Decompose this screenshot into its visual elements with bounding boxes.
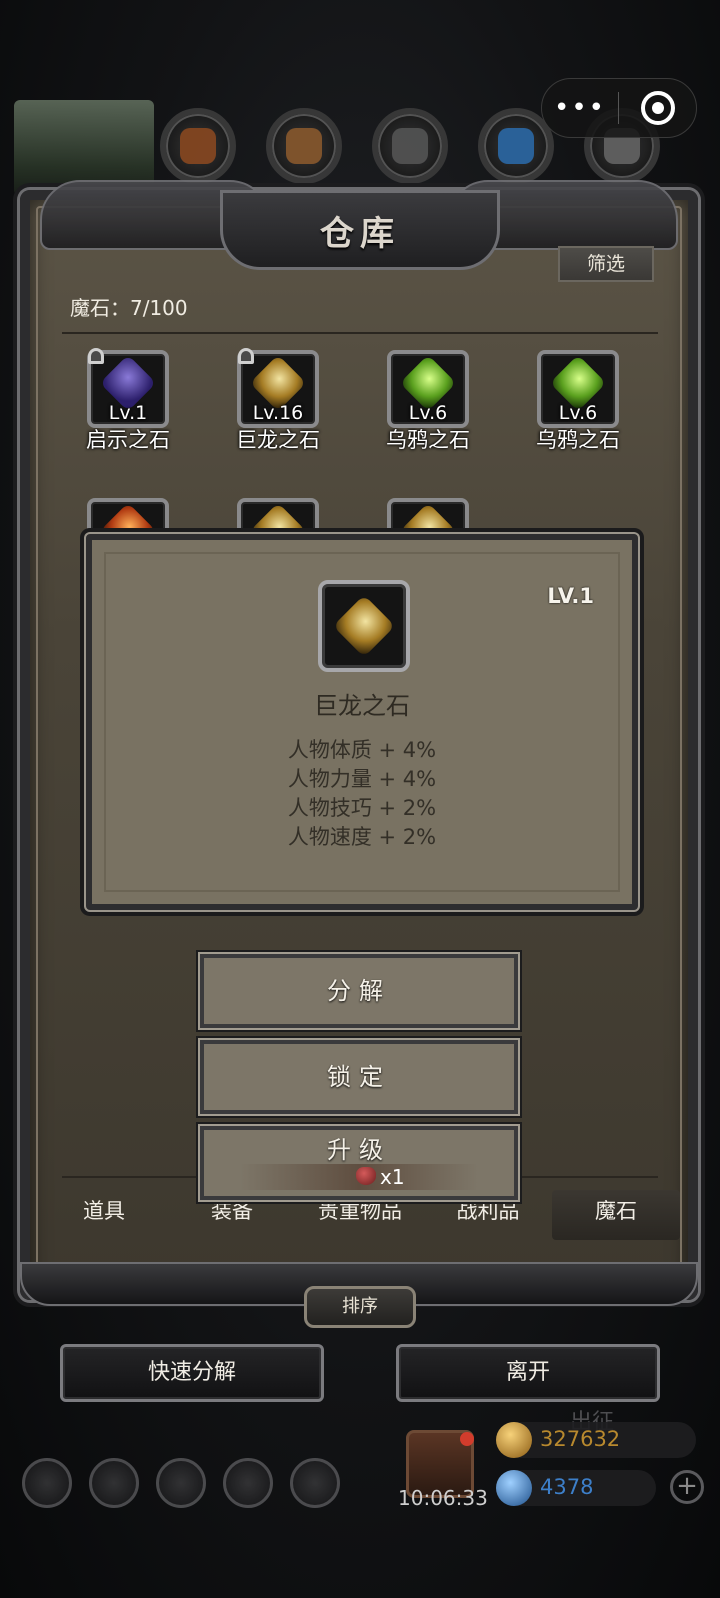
- hero-icon[interactable]: [156, 1458, 206, 1508]
- item-detail-stats: 人物体质 + 4% 人物力量 + 4% 人物技巧 + 2% 人物速度 + 2%: [92, 736, 632, 852]
- lock-icon: [88, 348, 104, 364]
- gold-coin-icon: [496, 1422, 532, 1458]
- title-plate: 仓库: [220, 190, 500, 270]
- item-frame: Lv.6: [537, 350, 619, 428]
- item-level: Lv.6: [558, 402, 598, 424]
- iron-icon: [372, 108, 448, 184]
- magic-stone-count: 魔石：7/100: [70, 296, 188, 320]
- stat-line: 人物速度 + 2%: [287, 825, 437, 849]
- inventory-slot[interactable]: Lv.6 乌鸦之石: [508, 350, 648, 454]
- stat-line: 人物技巧 + 2%: [287, 796, 437, 820]
- tab-magic-stones[interactable]: 魔石: [552, 1190, 680, 1240]
- gem-balance: 4378: [496, 1470, 656, 1506]
- wood-icon: [266, 108, 342, 184]
- tab-items[interactable]: 道具: [40, 1190, 168, 1240]
- item-detail-frame: [318, 580, 410, 672]
- inventory-slot[interactable]: Lv.6 乌鸦之石: [358, 350, 498, 454]
- decompose-button[interactable]: 分解: [200, 954, 518, 1028]
- inventory-slot[interactable]: Lv.16 巨龙之石: [208, 348, 348, 454]
- filter-button[interactable]: 筛选: [558, 246, 654, 282]
- inventory-slot[interactable]: Lv.1 启示之石: [58, 348, 198, 454]
- item-level: Lv.6: [408, 402, 448, 424]
- guild-icon[interactable]: [89, 1458, 139, 1508]
- quick-decompose-button[interactable]: 快速分解: [60, 1344, 324, 1402]
- item-level: Lv.16: [252, 402, 304, 424]
- page-title: 仓库: [320, 213, 400, 254]
- lock-icon: [238, 348, 254, 364]
- more-button[interactable]: •••: [542, 93, 618, 123]
- divider: [62, 332, 658, 334]
- lock-button[interactable]: 锁定: [200, 1040, 518, 1114]
- item-name: 启示之石: [86, 428, 170, 452]
- item-name: 巨龙之石: [236, 428, 320, 452]
- miniprogram-capsule: •••: [541, 78, 697, 138]
- dragon-stone-icon: [332, 594, 396, 658]
- gift-timer: 10:06:33: [398, 1486, 488, 1510]
- add-currency-button[interactable]: +: [670, 1470, 704, 1504]
- settings-icon[interactable]: [22, 1458, 72, 1508]
- meat-icon: [160, 108, 236, 184]
- lock-label: 锁定: [327, 1063, 391, 1091]
- capsule-divider: [618, 92, 619, 124]
- leave-button[interactable]: 离开: [396, 1344, 660, 1402]
- red-stone-icon: [356, 1167, 376, 1185]
- stat-line: 人物体质 + 4%: [287, 738, 437, 762]
- gold-balance: 327632: [496, 1422, 696, 1458]
- item-detail-panel: LV.1 巨龙之石 人物体质 + 4% 人物力量 + 4% 人物技巧 + 2% …: [86, 534, 638, 910]
- item-name: 乌鸦之石: [386, 428, 470, 452]
- upgrade-cost: x1: [240, 1164, 478, 1190]
- item-frame: Lv.6: [387, 350, 469, 428]
- close-miniprogram-icon[interactable]: [641, 91, 675, 125]
- stat-line: 人物力量 + 4%: [287, 767, 437, 791]
- shop-icon[interactable]: [290, 1458, 340, 1508]
- upgrade-button[interactable]: 升级 x1: [200, 1126, 518, 1200]
- gem-value: 4378: [540, 1475, 594, 1499]
- sort-button[interactable]: 排序: [304, 1286, 416, 1328]
- upgrade-cost-value: x1: [380, 1165, 405, 1189]
- decompose-label: 分解: [327, 977, 391, 1005]
- gem-icon: [496, 1470, 532, 1506]
- gold-value: 327632: [540, 1427, 621, 1451]
- item-detail-level: LV.1: [547, 584, 594, 608]
- item-level: Lv.1: [108, 402, 148, 424]
- notification-dot: [460, 1432, 474, 1446]
- item-name: 乌鸦之石: [536, 428, 620, 452]
- item-detail-name: 巨龙之石: [314, 692, 410, 720]
- mail-icon[interactable]: [223, 1458, 273, 1508]
